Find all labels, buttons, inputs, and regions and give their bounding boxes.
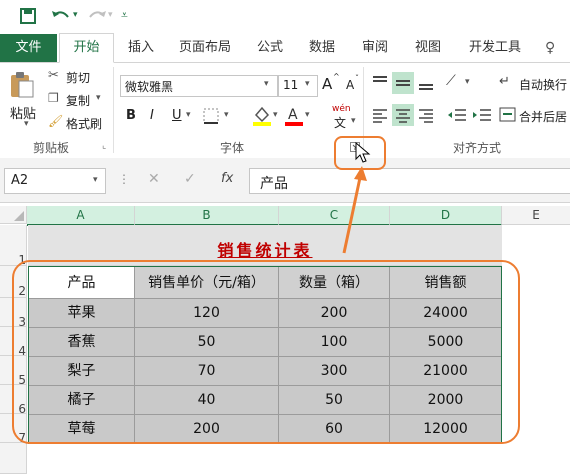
wrap-text-icon[interactable]: ↵ <box>499 74 510 89</box>
phonetic-dropdown-icon[interactable]: ▾ <box>351 116 356 126</box>
font-name-value: 微软雅黑 <box>125 80 174 94</box>
align-middle-button[interactable] <box>392 72 414 94</box>
format-painter-icon[interactable]: 🖌 <box>48 114 63 128</box>
tab-review[interactable]: 审阅 <box>353 34 397 62</box>
increase-indent-icon[interactable] <box>471 105 493 125</box>
chevron-down-icon[interactable]: ▾ <box>264 79 269 89</box>
align-top-icon[interactable] <box>370 73 390 93</box>
enter-icon[interactable]: ✓ <box>184 171 196 187</box>
format-painter-button[interactable]: 格式刷 <box>66 115 102 132</box>
cut-button[interactable]: 剪切 <box>66 69 90 86</box>
name-box-value: A2 <box>11 173 29 188</box>
decrease-indent-icon[interactable] <box>446 105 468 125</box>
column-header-d[interactable]: D <box>390 206 502 226</box>
caret-down-icon: ˇ <box>355 74 359 83</box>
shrink-font-button[interactable]: A <box>346 78 354 92</box>
undo-dropdown-icon[interactable]: ▾ <box>73 10 78 20</box>
formula-content: 产品 <box>260 176 288 192</box>
lightbulb-icon[interactable]: ♀ <box>545 40 555 56</box>
annotation-arrow-icon <box>342 166 367 254</box>
select-all-corner[interactable] <box>0 206 27 224</box>
copy-icon[interactable]: ❐ <box>48 91 59 105</box>
copy-dropdown-icon[interactable]: ▾ <box>96 93 101 103</box>
name-box[interactable]: A2 ▾ <box>4 168 106 194</box>
column-header-c[interactable]: C <box>279 206 390 226</box>
tab-formulas[interactable]: 公式 <box>248 34 292 62</box>
redo-dropdown-icon: ▾ <box>108 10 113 20</box>
row-header-8[interactable] <box>0 443 27 474</box>
clipboard-group-label: 剪贴板 <box>33 141 70 155</box>
tab-insert[interactable]: 插入 <box>118 34 164 62</box>
row-8-cells[interactable] <box>28 443 502 475</box>
paste-icon[interactable] <box>9 71 35 99</box>
align-center-button[interactable] <box>392 104 414 126</box>
phonetic-guide-button[interactable]: 文 <box>334 114 346 131</box>
grow-font-button[interactable]: A <box>322 75 332 93</box>
tab-page-layout[interactable]: 页面布局 <box>170 34 240 62</box>
orientation-dropdown-icon[interactable]: ▾ <box>465 77 470 87</box>
clipboard-launcher-icon[interactable]: ⌞ <box>102 141 106 151</box>
tab-home[interactable]: 开始 <box>59 33 114 63</box>
redo-icon[interactable] <box>86 7 108 27</box>
undo-icon[interactable] <box>50 7 72 27</box>
ribbon-tabs: 文件 开始 插入 页面布局 公式 数据 审阅 视图 开发工具 ♀ <box>0 33 570 63</box>
borders-dropdown-icon[interactable]: ▾ <box>224 110 229 120</box>
formula-input[interactable]: 产品 <box>249 168 570 194</box>
column-header-e[interactable]: E <box>502 206 570 225</box>
tab-file[interactable]: 文件 <box>0 34 57 62</box>
mouse-pointer-icon <box>355 142 371 163</box>
ribbon-home: 粘贴 ▾ ✂ 剪切 ❐ 复制 ▾ 🖌 格式刷 剪贴板 ⌞ 微软雅黑 ▾ 11 ▾… <box>0 63 570 159</box>
bold-button[interactable]: B <box>126 108 136 123</box>
font-color-icon[interactable]: A <box>284 105 304 127</box>
orientation-icon[interactable]: ⟋ <box>446 73 456 89</box>
chevron-down-icon[interactable]: ▾ <box>305 79 310 89</box>
tab-data[interactable]: 数据 <box>300 34 344 62</box>
insert-function-button[interactable]: fx <box>221 171 233 186</box>
row-header-1[interactable]: 1 <box>0 225 27 267</box>
svg-text:A: A <box>288 107 298 123</box>
font-size-value: 11 <box>283 78 299 92</box>
formula-bar-area: A2 ▾ ⋮ ✕ ✓ fx 产品 <box>0 158 570 203</box>
fill-color-dropdown-icon[interactable]: ▾ <box>273 110 278 120</box>
wrap-text-button[interactable]: 自动换行 <box>519 76 567 93</box>
phonetic-pinyin: wén <box>332 104 351 114</box>
font-size-combobox[interactable]: 11 ▾ <box>278 75 318 97</box>
grip-icon: ⋮ <box>118 172 130 186</box>
customize-icon[interactable]: ⩡ <box>121 8 128 23</box>
font-color-dropdown-icon[interactable]: ▾ <box>305 110 310 120</box>
column-header-b[interactable]: B <box>135 206 279 226</box>
quick-access-toolbar: ▾ ▾ ⩡ <box>0 0 570 34</box>
merge-center-icon[interactable] <box>499 106 517 124</box>
merge-center-button[interactable]: 合并后居 <box>519 108 567 125</box>
tab-developer[interactable]: 开发工具 <box>460 34 530 62</box>
annotation-rectangle <box>12 260 520 444</box>
fill-color-icon[interactable] <box>252 105 272 127</box>
underline-dropdown-icon[interactable]: ▾ <box>186 110 191 120</box>
align-center-icon <box>396 109 410 123</box>
borders-icon[interactable] <box>202 107 224 125</box>
italic-button[interactable]: I <box>150 108 154 123</box>
alignment-group-label: 对齐方式 <box>453 141 502 155</box>
chevron-down-icon[interactable]: ▾ <box>93 175 98 185</box>
table-title: 销售统计表 <box>217 241 313 260</box>
copy-button[interactable]: 复制 <box>66 92 90 109</box>
tab-view[interactable]: 视图 <box>406 34 450 62</box>
align-bottom-icon[interactable] <box>416 73 436 93</box>
caret-up-icon: ^ <box>333 72 340 81</box>
align-left-icon[interactable] <box>370 105 390 125</box>
paste-button-label[interactable]: 粘贴 <box>10 103 36 122</box>
separator <box>113 67 114 153</box>
cut-icon[interactable]: ✂ <box>48 68 59 83</box>
column-header-a[interactable]: A <box>27 206 135 226</box>
underline-button[interactable]: U <box>172 108 182 123</box>
paste-dropdown-icon[interactable]: ▾ <box>24 119 29 129</box>
worksheet-grid: A B C D E 1 2 3 4 5 6 7 销售统计表 产品 销售单价（元/箱… <box>0 206 570 475</box>
align-right-icon[interactable] <box>416 105 436 125</box>
cancel-icon[interactable]: ✕ <box>148 171 160 187</box>
font-name-combobox[interactable]: 微软雅黑 ▾ <box>120 75 278 97</box>
save-icon[interactable] <box>19 7 37 27</box>
align-middle-icon <box>396 80 410 86</box>
font-group-label: 字体 <box>220 141 245 155</box>
select-all-icon <box>14 211 24 221</box>
